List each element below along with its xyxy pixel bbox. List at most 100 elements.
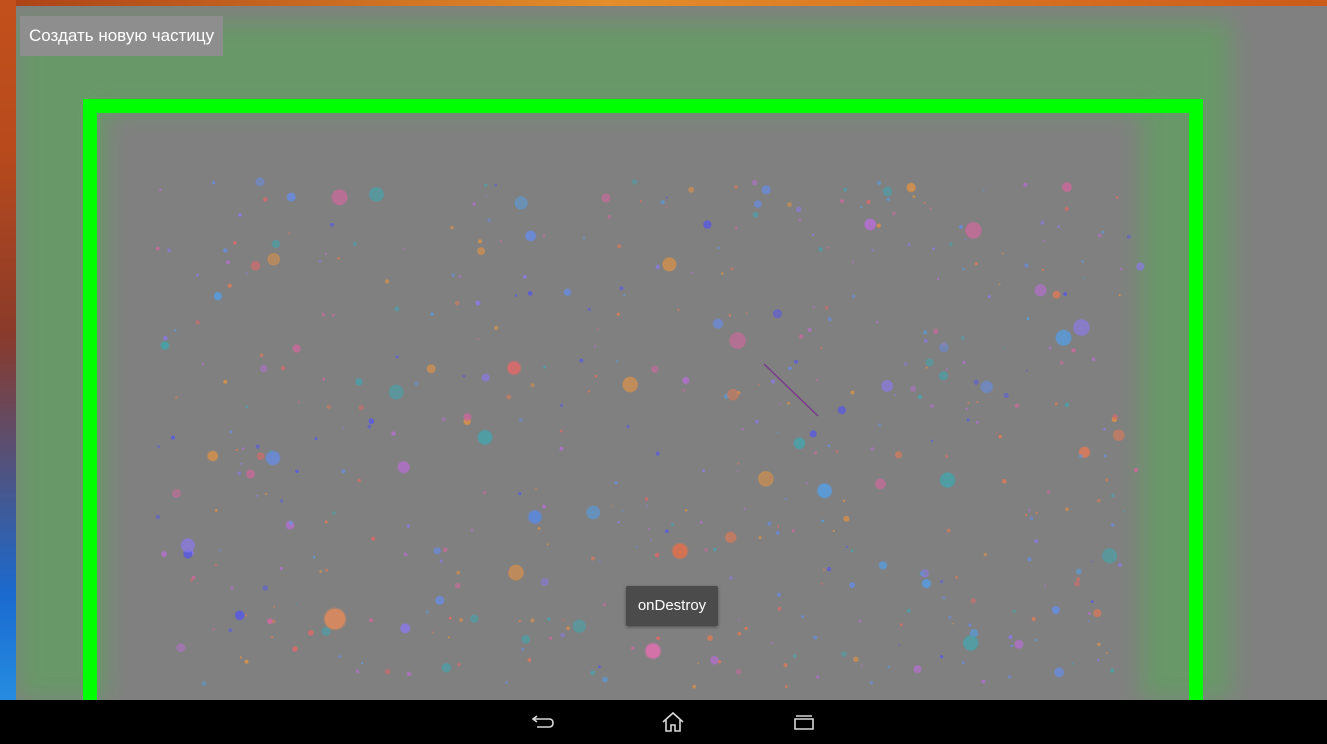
particle	[524, 230, 537, 242]
particle	[894, 450, 903, 459]
home-button[interactable]	[641, 700, 705, 744]
particle	[434, 595, 445, 606]
particle	[527, 509, 543, 525]
particle	[477, 429, 493, 446]
particle	[665, 206, 668, 209]
particle	[1057, 225, 1061, 229]
particle	[1014, 639, 1024, 650]
particle	[167, 248, 171, 253]
particle	[245, 405, 248, 409]
particle	[406, 671, 412, 676]
particle	[968, 623, 972, 627]
particle	[778, 403, 781, 405]
particle	[886, 197, 890, 201]
particle	[256, 494, 259, 497]
particle	[483, 491, 486, 494]
particle	[560, 632, 565, 638]
home-icon	[662, 711, 684, 732]
particle	[342, 426, 345, 429]
particle	[542, 234, 546, 237]
particle	[1040, 220, 1045, 225]
particle	[777, 607, 782, 611]
particle	[735, 226, 738, 230]
particle	[361, 662, 364, 665]
particle	[292, 646, 298, 652]
particle	[201, 362, 204, 365]
particle	[521, 647, 525, 651]
particle	[470, 529, 474, 532]
particle	[1092, 608, 1102, 618]
particle	[1034, 638, 1037, 642]
app-screen[interactable]: Создать новую частицу onDestroy	[16, 6, 1327, 700]
particle	[295, 469, 299, 473]
particle	[960, 336, 965, 340]
particle	[998, 283, 1001, 286]
particle	[157, 445, 161, 448]
particle	[288, 232, 291, 235]
particle	[263, 197, 268, 202]
particle	[966, 418, 970, 422]
particle	[1101, 230, 1105, 234]
particle	[307, 629, 314, 636]
recent-apps-button[interactable]	[772, 700, 836, 744]
particle	[226, 260, 231, 265]
particle	[1064, 207, 1069, 211]
particle	[242, 447, 245, 451]
particle	[757, 470, 774, 487]
particle	[1023, 182, 1028, 187]
particle	[807, 327, 812, 332]
particle	[337, 256, 341, 260]
particle-trail	[763, 363, 819, 417]
create-particle-button[interactable]: Создать новую частицу	[20, 16, 224, 56]
particle	[594, 374, 598, 378]
particle	[587, 390, 590, 393]
particle	[699, 520, 703, 524]
particle	[543, 365, 546, 369]
particle	[1078, 454, 1083, 459]
particle	[1007, 675, 1012, 679]
particle	[368, 186, 385, 203]
particle	[506, 394, 512, 400]
particle	[325, 253, 327, 255]
particle	[688, 186, 695, 193]
particle	[1072, 318, 1091, 337]
particle	[1064, 402, 1070, 407]
particle	[788, 366, 792, 371]
particle	[616, 360, 619, 363]
particle	[871, 248, 874, 252]
particle	[431, 631, 434, 634]
particle	[821, 519, 824, 523]
particle	[816, 675, 820, 679]
particle	[494, 183, 498, 187]
particle	[487, 218, 492, 223]
particle	[245, 272, 248, 275]
particle	[338, 655, 342, 658]
particle	[433, 546, 442, 555]
particle	[256, 452, 265, 461]
particle	[590, 670, 596, 676]
particle	[566, 626, 570, 631]
particle	[403, 248, 405, 250]
particle	[579, 358, 584, 363]
particle	[255, 177, 265, 187]
particle	[244, 659, 249, 664]
particle	[560, 403, 564, 407]
particle	[876, 223, 881, 228]
particle	[1076, 577, 1080, 581]
particle	[863, 218, 877, 231]
particle	[851, 294, 856, 298]
particle	[860, 664, 863, 667]
particle	[676, 308, 680, 312]
particle	[456, 570, 461, 575]
particle	[849, 582, 856, 588]
particle	[314, 437, 318, 441]
particle	[397, 460, 411, 474]
particle	[964, 238, 967, 241]
particle	[976, 400, 979, 403]
particle	[835, 450, 839, 454]
particle	[506, 360, 522, 376]
particle	[945, 454, 949, 458]
back-button[interactable]	[511, 700, 575, 744]
particle	[745, 312, 748, 315]
particle	[1043, 240, 1046, 242]
